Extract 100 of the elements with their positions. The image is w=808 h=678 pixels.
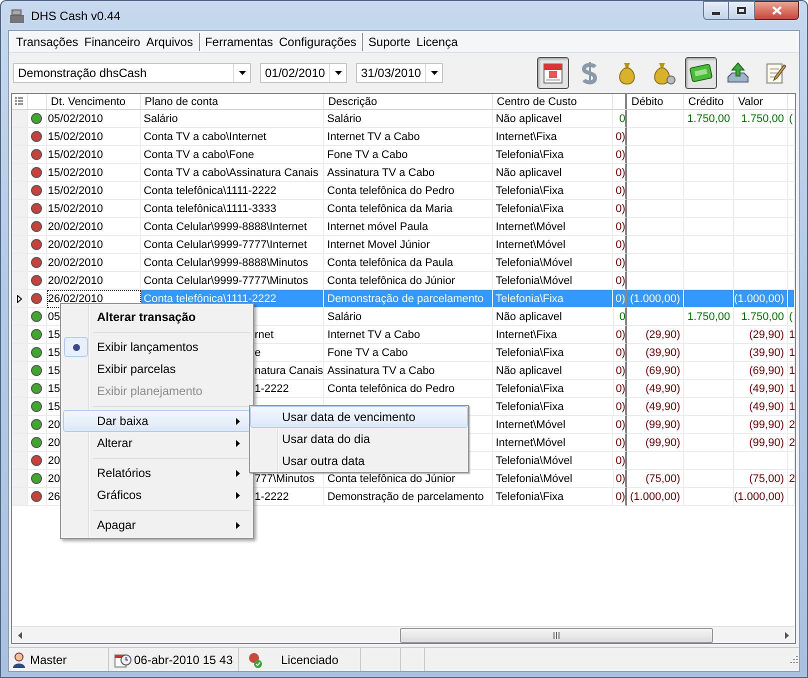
table-cell: (1.000,00) [734, 290, 788, 308]
menu-item[interactable]: Usar data do dia [250, 428, 468, 450]
column-header[interactable]: Descrição [324, 94, 493, 109]
table-cell [627, 236, 684, 254]
table-cell: (99,90) [734, 416, 788, 434]
minimize-button[interactable] [703, 1, 729, 20]
dropdown-arrow-icon [430, 71, 438, 75]
table-cell: 0) [613, 164, 628, 182]
table-cell: Telefonia\Móvel [492, 452, 614, 470]
table-cell: Telefonia\Fixa [492, 380, 614, 398]
table-cell: Conta TV a cabo\Assinatura Canais [140, 164, 324, 182]
table-cell: 20/02/2010 [46, 218, 141, 236]
table-cell: Internet\Móvel [492, 236, 614, 254]
upload-icon [726, 61, 750, 85]
table-cell: (39,90) [627, 344, 684, 362]
column-header[interactable]: Crédito [684, 94, 734, 109]
menu-item[interactable]: Suporte [365, 32, 414, 50]
table-cell: Conta telefônica da Paula [324, 254, 493, 272]
column-header[interactable]: Plano de conta [140, 94, 324, 109]
table-cell: Telefonia\Fixa [492, 200, 614, 218]
table-cell: 1 [788, 380, 795, 398]
menu-item[interactable]: Transações [13, 32, 82, 50]
table-cell: 0) [613, 254, 628, 272]
table-cell: Telefonia\Fixa [492, 398, 614, 416]
table-cell: 0) [613, 416, 628, 434]
submenu-arrow-icon [236, 470, 240, 476]
table-cell: Conta telefônica do Pedro [324, 380, 493, 398]
table-cell: 0) [614, 362, 628, 380]
table-cell [684, 290, 734, 308]
table-cell: 0) [613, 146, 628, 164]
table-cell: Não aplicavel [492, 110, 614, 128]
dropdown-arrow-icon [334, 71, 342, 75]
table-cell: 15/02/2010 [46, 146, 141, 164]
menu-item[interactable]: Ferramentas [202, 32, 276, 50]
close-icon [772, 6, 782, 15]
table-cell: 0) [613, 452, 628, 470]
table-cell: 1.750,00 [734, 110, 788, 128]
maximize-button[interactable] [729, 1, 755, 20]
table-cell: (49,90) [627, 398, 684, 416]
menu-item[interactable]: Usar outra data [250, 450, 468, 472]
table-cell: Internet Movel Júnior [324, 236, 493, 254]
table-cell: Telefonia\Móvel [492, 254, 614, 272]
table-cell: Conta telefônica\1111-2222 [140, 182, 324, 200]
table-cell: Telefonia\Fixa [492, 146, 614, 164]
notepad-icon [764, 61, 786, 85]
toolbar-button[interactable] [537, 57, 569, 89]
table-cell: Não aplicavel [492, 308, 614, 326]
account-dropdown[interactable]: Demonstração dhsCash [13, 63, 251, 83]
money-bag-icon [617, 60, 637, 86]
horizontal-scrollbar[interactable] [12, 626, 795, 643]
table-cell: 1 [788, 398, 795, 416]
menu-item[interactable]: Licença [413, 32, 461, 50]
column-header[interactable]: Valor [734, 94, 788, 109]
table-cell: (39,90) [734, 344, 788, 362]
table-cell [627, 146, 684, 164]
close-button[interactable] [755, 1, 799, 20]
table-cell: (49,90) [734, 398, 788, 416]
menu-item[interactable]: Dar baixa [63, 410, 251, 432]
calendar-clock-icon [114, 652, 132, 668]
table-cell: Conta telefônica\1111-3333 [140, 200, 324, 218]
column-header[interactable]: Dt. Vencimento [46, 94, 141, 109]
table-cell: Conta Celular\9999-8888\Internet [140, 218, 324, 236]
start-date-field[interactable]: 01/02/2010 [260, 63, 347, 83]
menu-item[interactable]: Arquivos [143, 32, 196, 50]
table-cell: Demonstração de parcelamento [324, 290, 493, 308]
table-cell [627, 164, 684, 182]
table-cell: 0) [614, 326, 628, 344]
table-cell: 0) [613, 200, 628, 218]
table-cell: 15/02/2010 [46, 128, 141, 146]
submenu-arrow-icon [236, 440, 240, 446]
column-chooser-icon[interactable] [15, 97, 24, 106]
calendar-icon [542, 61, 564, 85]
toolbar-button[interactable] [685, 57, 717, 89]
table-cell: 0 [614, 308, 628, 326]
column-header[interactable]: Centro de Custo [492, 94, 614, 109]
menu-item[interactable]: Usar data de vencimento [250, 406, 468, 428]
menu-item[interactable]: Configurações [276, 32, 360, 50]
scrollbar-thumb[interactable] [400, 628, 713, 642]
table-cell: Internet\Móvel [492, 218, 614, 236]
menu-item[interactable]: Financeiro [81, 32, 144, 50]
end-date-field[interactable]: 31/03/2010 [356, 63, 443, 83]
table-cell: 05/02/2010 [46, 110, 141, 128]
menu-item[interactable]: Apagar [63, 514, 251, 536]
table-cell: ( [788, 308, 795, 326]
table-cell: Internet\Móvel [492, 434, 614, 452]
table-cell: (29,90) [734, 326, 788, 344]
column-header[interactable]: Débito [627, 94, 684, 109]
table-cell: (99,90) [734, 434, 788, 452]
window-title: DHS Cash v0.44 [31, 8, 122, 24]
table-cell: (1.000,00) [734, 488, 788, 506]
row-header[interactable] [12, 290, 28, 308]
table-cell: Assinatura TV a Cabo [324, 164, 493, 182]
row-pointer-icon [16, 294, 22, 302]
table-cell: Internet TV a Cabo [324, 326, 493, 344]
table-cell: 0 [613, 110, 628, 128]
user-name: Master [30, 652, 67, 668]
table-cell: (69,90) [734, 362, 788, 380]
table-cell: Internet móvel Paula [324, 218, 493, 236]
table-cell [627, 110, 684, 128]
table-cell: (99,90) [627, 416, 684, 434]
